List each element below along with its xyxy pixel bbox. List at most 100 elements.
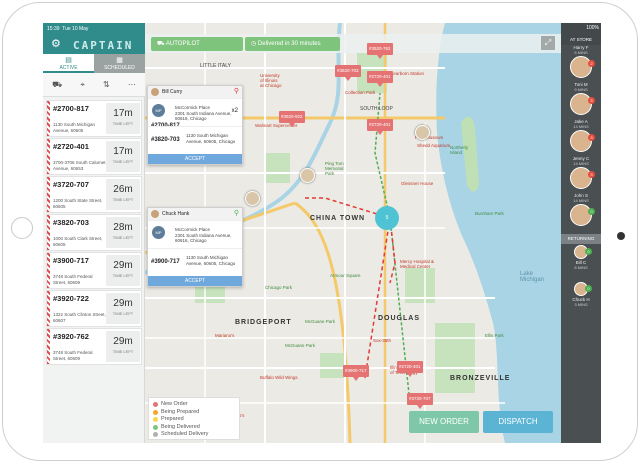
sort-filter-icon[interactable]: ⇅	[103, 80, 110, 89]
pin-filter-icon[interactable]: ⌖	[80, 80, 85, 90]
map-label: Northerly Island	[450, 145, 469, 155]
time-left-value: 29m	[113, 298, 133, 309]
order-map-pin[interactable]: #3920-762	[367, 43, 393, 59]
fullscreen-icon[interactable]: ⤢	[541, 36, 555, 50]
order-list: #2700-817 1130 South Michigan Avenue, 60…	[46, 100, 142, 366]
map-label: Ping Tom Memorial Park	[325, 161, 344, 176]
order-card[interactable]: #3820-703 1000 South Clark Street, 60605…	[46, 214, 142, 251]
driver-card[interactable]: Harry F 5 MINS 2	[561, 45, 601, 82]
driver-card[interactable]: Jenny C 14 MINS 3	[561, 156, 601, 193]
avatar	[570, 130, 592, 152]
driver-eta: 8 MINS	[574, 265, 588, 270]
time-left-value: 29m	[113, 336, 133, 347]
dispatch-button[interactable]: DISPATCH	[483, 411, 553, 433]
tab-scheduled[interactable]: ▦ SCHEDULED	[94, 54, 145, 73]
driver-card[interactable]: Toni M 9 MINS 3	[561, 82, 601, 119]
time-left-label: TIME LEFT	[112, 235, 134, 240]
status-legend: New Order Being Prepared Prepared Being …	[148, 397, 240, 440]
order-map-pin[interactable]: #3720-707	[407, 393, 433, 409]
driver-map-avatar[interactable]	[245, 191, 260, 206]
order-card[interactable]: #2700-817 1130 South Michigan Avenue, 60…	[46, 100, 142, 137]
driver-card[interactable]: Chuck H 3 MINS 0	[561, 282, 601, 318]
legend-label: Scheduled Delivery	[161, 431, 209, 437]
avatar	[151, 88, 159, 96]
order-card[interactable]: #3920-722 1322 South Clinton Street, 606…	[46, 290, 142, 327]
order-card[interactable]: #2720-401 3700-3706 South Calumet Avenue…	[46, 138, 142, 175]
driver-eta: 14 MINS	[573, 161, 589, 166]
map-label: BRONZEVILLE	[450, 375, 511, 382]
legend-label: Being Prepared	[161, 408, 200, 415]
driver-card[interactable]: Jake A 14 MINS 3	[561, 119, 601, 156]
driver-card[interactable]: John S 14 MINS 0	[561, 193, 601, 230]
time-left-box: 17m TIME LEFT	[106, 141, 140, 172]
address-line: 2301 South Indiana Avenue,	[175, 110, 232, 116]
driver-name: Chuck Hank	[162, 211, 190, 217]
legend-item: Being Prepared	[153, 409, 235, 417]
order-card[interactable]: #3920-762 3748 South Federal Street, 606…	[46, 328, 142, 365]
popover-order-row[interactable]: #3900-717 1130 South Michigan Avenue, 60…	[148, 248, 242, 276]
time-left-label: TIME LEFT	[112, 273, 134, 278]
order-map-pin[interactable]: #2720-401	[397, 361, 423, 377]
order-count-badge: 3	[588, 97, 595, 104]
order-id: #2720-401	[53, 142, 89, 151]
order-address: 1130 South Michigan Avenue, 60605, Chica…	[186, 255, 235, 266]
autopilot-toggle[interactable]: ⛟ AUTOPILOT	[151, 37, 243, 51]
order-map-pin[interactable]: #3920-922	[279, 111, 305, 127]
order-count-badge: 0	[588, 208, 595, 215]
order-count-badge: 2	[588, 60, 595, 67]
clock-icon: ◷	[251, 41, 257, 47]
driver-map-avatar[interactable]	[300, 168, 315, 183]
map-view[interactable]: ⛟ AUTOPILOT ◷ Delivered in 30 minutes ⤢ …	[145, 23, 561, 443]
driver-eta: 14 MINS	[573, 198, 589, 203]
map-label: SOUTH LOOP	[360, 106, 393, 112]
time-left-box: 26m TIME LEFT	[106, 179, 140, 210]
gear-icon[interactable]: ⚙	[51, 37, 61, 50]
new-order-stripe	[47, 253, 50, 288]
driver-name: Bill Curry	[162, 89, 183, 95]
address-line: 60616, Chicago	[175, 238, 207, 243]
accept-button[interactable]: ACCEPT	[148, 154, 242, 164]
store-marker[interactable]: 5	[375, 206, 399, 230]
list-icon: ▤	[65, 57, 72, 64]
order-card[interactable]: #3720-707 1200 South State Street, 60605…	[46, 176, 142, 213]
order-id: #3920-762	[53, 332, 89, 341]
order-address: McCormick Place 2301 South Indiana Avenu…	[175, 105, 231, 122]
tab-active[interactable]: ▤ ACTIVE	[43, 54, 94, 73]
map-label: Buffalo Wild Wings	[260, 375, 298, 380]
avatar	[570, 204, 592, 226]
popover-header: Chuck Hank ⚲	[148, 208, 242, 220]
map-pin-icon: ⚲	[233, 88, 239, 95]
legend-label: Being Delivered	[161, 423, 200, 430]
driver-eta: 14 MINS	[573, 124, 589, 129]
legend-dot	[153, 432, 158, 438]
more-filter-icon[interactable]: ⋯	[128, 80, 136, 89]
popover-order-row[interactable]: #3820-703 1130 South Michigan Avenue, 60…	[148, 126, 242, 154]
legend-item: Being Delivered	[153, 424, 235, 432]
order-id: #3920-722	[53, 294, 89, 303]
driver-eta: 9 MINS	[574, 87, 588, 92]
new-order-button[interactable]: NEW ORDER	[409, 411, 479, 433]
driver-card[interactable]: Bill C 8 MINS 0	[561, 245, 601, 281]
order-count-badge: 3	[588, 134, 595, 141]
time-left-label: TIME LEFT	[112, 197, 134, 202]
time-left-box: 28m TIME LEFT	[106, 217, 140, 248]
time-left-value: 17m	[113, 108, 133, 119]
order-map-pin[interactable]: #3900-717	[343, 365, 369, 381]
order-card[interactable]: #3900-717 3748 South Federal Street, 606…	[46, 252, 142, 289]
popover-order-row[interactable]: MP McCormick Place 2301 South Indiana Av…	[148, 220, 242, 248]
popover-order-row[interactable]: MP #2700-817 McCormick Place 2301 South …	[148, 98, 242, 129]
accept-button[interactable]: ACCEPT	[148, 276, 242, 286]
order-map-pin[interactable]: #2720-401	[367, 71, 393, 87]
order-address: 1200 South State Street, 60605	[53, 198, 103, 209]
order-map-pin[interactable]: #3820-703	[335, 65, 361, 81]
order-map-pin[interactable]: #2720-401	[367, 119, 393, 135]
driver-eta: 5 MINS	[574, 50, 588, 55]
drivers-panel: 100% AT STORE Harry F 5 MINS 2 Toni M 9 …	[561, 23, 601, 443]
car-filter-icon[interactable]: ⛟	[52, 80, 62, 90]
home-button[interactable]	[11, 217, 33, 239]
avatar	[151, 210, 159, 218]
order-address: 3748 South Federal Street, 60609	[53, 350, 93, 361]
driver-map-avatar[interactable]	[415, 125, 430, 140]
map-label: Shedd Aquarium	[417, 143, 451, 148]
returning-header: RETURNING	[561, 234, 601, 244]
